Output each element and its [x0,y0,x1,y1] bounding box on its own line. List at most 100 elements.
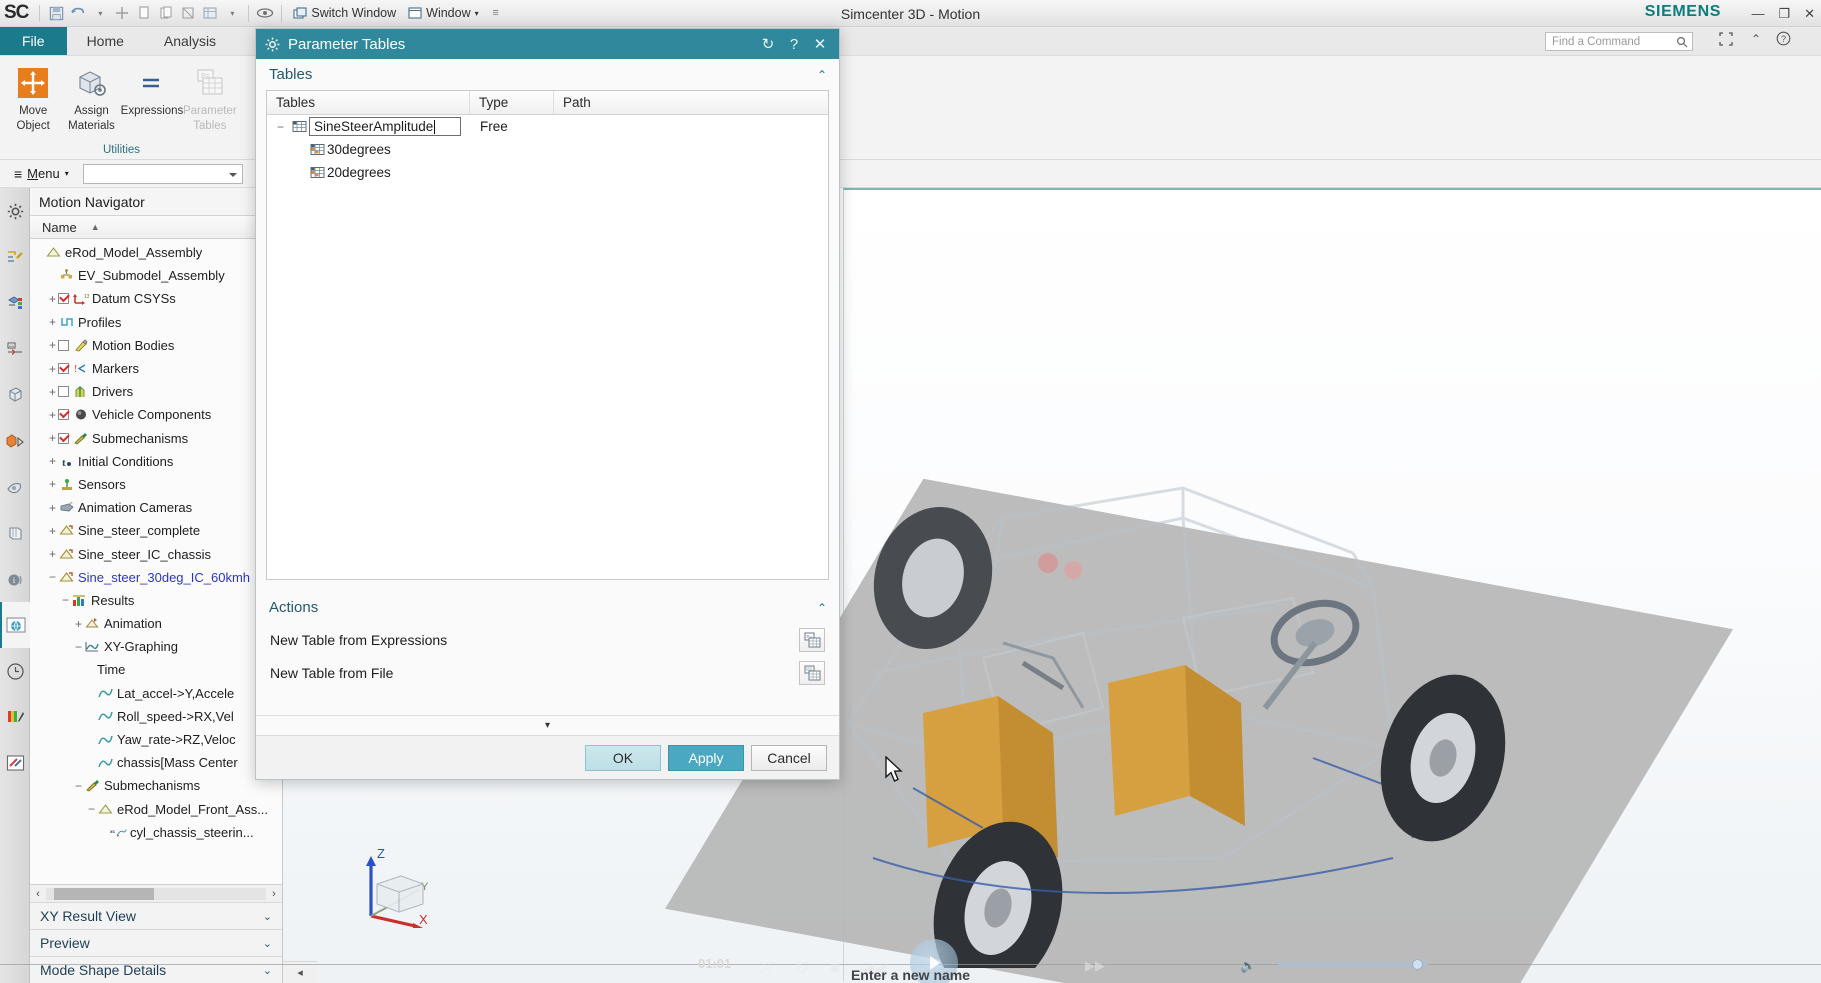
tree-item[interactable]: +Sine_steer_IC_chassis [30,542,282,565]
section-xy-result-view[interactable]: XY Result View ⌄ [30,902,282,929]
tree-item[interactable]: Lat_accel->Y,Accele [30,682,282,705]
find-command-field[interactable]: Find a Command [1545,32,1693,51]
help-icon[interactable]: ? [1776,31,1791,51]
eye-icon[interactable] [254,3,276,24]
redo-icon[interactable] [111,3,133,24]
collapse-ribbon-icon[interactable]: ⌃ [1751,32,1761,46]
web-browser-icon[interactable] [0,602,30,648]
switch-window-button[interactable]: Switch Window [287,3,402,24]
html-help-icon[interactable] [0,418,30,464]
tree-item[interactable]: +!Markers [30,357,282,380]
collapse-icon[interactable]: − [86,804,97,814]
assembly-navigator-icon[interactable] [0,234,30,280]
customize-tools-icon[interactable] [0,740,30,786]
cut-icon[interactable] [133,3,155,24]
dialog-help-button[interactable]: ? [781,36,807,53]
expand-icon[interactable]: + [47,340,58,350]
tab-home[interactable]: Home [67,27,144,55]
tree-item[interactable]: +Profiles [30,311,282,334]
part-navigator-icon[interactable] [0,280,30,326]
table-row[interactable]: 30degrees [267,138,828,161]
tree-item[interactable]: +Vehicle Components [30,403,282,426]
paste-icon[interactable] [177,3,199,24]
vehicle-3d-model[interactable] [753,458,1513,968]
tree-item-checkbox[interactable] [58,433,69,444]
tree-item[interactable]: +Motion Bodies [30,334,282,357]
tree-item[interactable]: −XY-Graphing [30,635,282,658]
parameter-tables-dialog[interactable]: Parameter Tables ↻ ? ✕ Tables ⌃ Tables T… [255,28,840,780]
chevron-up-icon[interactable]: ⌃ [817,68,827,82]
tree-item[interactable]: +Sine_steer_complete [30,519,282,542]
expand-icon[interactable]: + [47,387,58,397]
scroll-left-arrow[interactable]: ‹ [30,888,46,900]
tree-item-checkbox[interactable] [58,340,69,351]
new-table-file-icon[interactable] [799,661,825,685]
collapse-icon[interactable]: − [271,122,290,132]
tree-item[interactable]: −Submechanisms [30,774,282,797]
dialog-title-bar[interactable]: Parameter Tables ↻ ? ✕ [256,29,839,59]
qat-overflow-icon[interactable]: ≡ [485,3,507,24]
tables-grid-body[interactable]: −SineSteerAmplitudeFree30degrees20degree… [267,115,828,579]
column-header-path[interactable]: Path [554,91,828,114]
tree-item[interactable]: +Sensors [30,473,282,496]
actions-section-header[interactable]: Actions ⌃ [256,592,839,623]
table-dropdown-icon[interactable]: ▾ [221,3,243,24]
expand-icon[interactable]: + [73,619,84,629]
expand-icon[interactable]: + [47,526,58,536]
scroll-track[interactable] [46,888,266,900]
parameter-tables-button[interactable]: P= Parameter Tables [181,63,239,133]
tree-item[interactable]: +13Datum CSYSs [30,287,282,310]
tab-file[interactable]: File [0,27,67,55]
tree-item-checkbox[interactable] [58,386,69,397]
menu-button[interactable]: ≡ Menu ▾ [6,166,77,182]
settings-gear-icon[interactable] [0,188,30,234]
constraint-navigator-icon[interactable] [0,326,30,372]
expand-icon[interactable]: + [47,410,58,420]
collapse-icon[interactable]: − [73,642,84,652]
move-object-button[interactable]: Move Object [4,63,62,133]
tree-item[interactable]: −eRod_Model_Front_Ass... [30,798,282,821]
assign-materials-button[interactable]: Assign Materials [62,63,120,133]
expand-icon[interactable]: + [47,317,58,327]
tree-item-checkbox[interactable] [58,293,69,304]
save-icon[interactable] [45,3,67,24]
collapse-icon[interactable]: − [73,781,84,791]
table-row[interactable]: 20degrees [267,161,828,184]
column-header-tables[interactable]: Tables [267,91,470,114]
tree-item[interactable]: +Submechanisms [30,427,282,450]
tree-item-checkbox[interactable] [58,363,69,374]
view-manager-icon[interactable] [0,464,30,510]
history-icon[interactable] [0,510,30,556]
table-name-input[interactable]: SineSteerAmplitude [309,117,461,136]
action-new-table-from-file[interactable]: New Table from File [266,656,829,689]
expand-icon[interactable]: + [47,364,58,374]
tree-item-checkbox[interactable] [58,409,69,420]
table-row[interactable]: −SineSteerAmplitudeFree [267,115,828,138]
chevron-up-icon[interactable]: ⌃ [817,601,827,615]
new-table-expressions-icon[interactable]: P= [799,628,825,652]
cancel-button[interactable]: Cancel [751,745,827,771]
expand-icon[interactable]: + [47,456,58,466]
tree-item[interactable]: EV_Submodel_Assembly [30,264,282,287]
scroll-right-arrow[interactable]: › [266,888,282,900]
tree-item[interactable]: xccyl_chassis_steerin... [30,821,282,844]
tables-section-header[interactable]: Tables ⌃ [256,59,839,90]
tree-item[interactable]: −Results [30,589,282,612]
scroll-thumb[interactable] [54,888,154,900]
dialog-collapse-toggle[interactable]: ▾ [256,715,839,735]
tree-item[interactable]: Roll_speed->RX,Vel [30,705,282,728]
viewport-scroll-left[interactable]: ◂ [283,961,317,983]
history-clock-icon[interactable] [0,648,30,694]
column-header-type[interactable]: Type [470,91,554,114]
expand-icon[interactable]: + [47,433,58,443]
action-new-table-from-expressions[interactable]: New Table from Expressions P= [266,623,829,656]
dialog-reset-button[interactable]: ↻ [755,35,781,53]
reuse-library-icon[interactable] [0,372,30,418]
section-preview[interactable]: Preview ⌄ [30,929,282,956]
minimize-button[interactable]: — [1751,6,1764,21]
expand-icon[interactable]: + [47,294,58,304]
navigator-horizontal-scrollbar[interactable]: ‹ › [30,884,282,902]
copy-icon[interactable] [155,3,177,24]
navigator-column-header[interactable]: Name ▲ [30,215,282,239]
tree-item[interactable]: +Drivers [30,380,282,403]
